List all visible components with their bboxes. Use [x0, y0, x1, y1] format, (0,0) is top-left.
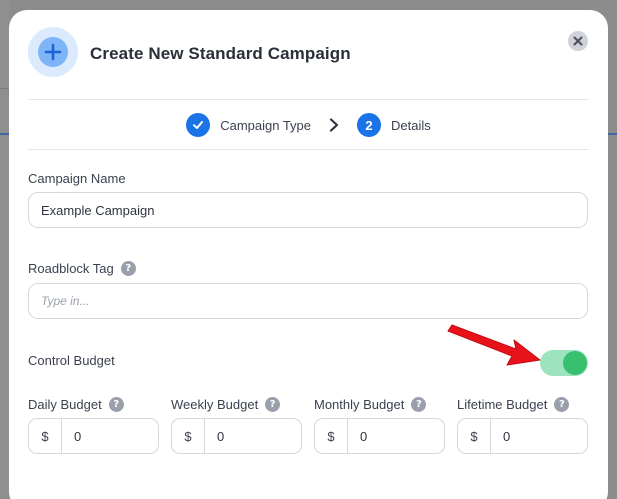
- control-budget-toggle[interactable]: [540, 350, 588, 376]
- roadblock-tag-input[interactable]: Type in...: [28, 283, 588, 319]
- background-tab-underline-right: [607, 133, 617, 135]
- toggle-knob: [563, 351, 587, 375]
- question-icon[interactable]: ?: [108, 396, 124, 412]
- question-icon[interactable]: ?: [554, 396, 570, 412]
- daily-budget-value: 0: [74, 428, 82, 444]
- daily-budget-label-text: Daily Budget: [28, 396, 102, 412]
- question-icon[interactable]: ?: [120, 261, 136, 276]
- currency-prefix: $: [315, 419, 348, 453]
- chevron-right-icon: [329, 118, 339, 132]
- weekly-budget-field: Weekly Budget ? $ 0: [171, 396, 302, 454]
- campaign-name-label: Campaign Name: [28, 171, 126, 186]
- roadblock-tag-placeholder: Type in...: [41, 294, 90, 308]
- lifetime-budget-value: 0: [503, 428, 511, 444]
- question-icon[interactable]: ?: [265, 396, 281, 412]
- currency-prefix: $: [29, 419, 62, 453]
- weekly-budget-input[interactable]: $ 0: [171, 418, 302, 454]
- monthly-budget-label-text: Monthly Budget: [314, 396, 405, 412]
- campaign-name-input[interactable]: Example Campaign: [28, 192, 588, 228]
- weekly-budget-label-text: Weekly Budget: [171, 396, 259, 412]
- roadblock-tag-label-text: Roadblock Tag: [28, 261, 114, 276]
- modal-title: Create New Standard Campaign: [90, 44, 351, 63]
- step-campaign-type[interactable]: Campaign Type: [186, 113, 311, 137]
- modal-header: Create New Standard Campaign: [28, 27, 589, 83]
- question-icon[interactable]: ?: [411, 396, 427, 412]
- monthly-budget-value: 0: [360, 428, 368, 444]
- control-budget-label: Control Budget: [28, 353, 115, 368]
- step-label: Campaign Type: [220, 117, 312, 133]
- currency-prefix: $: [172, 419, 205, 453]
- monthly-budget-input[interactable]: $ 0: [314, 418, 445, 454]
- lifetime-budget-label-text: Lifetime Budget: [457, 396, 548, 412]
- step-details[interactable]: 2 Details: [357, 113, 431, 137]
- lifetime-budget-field: Lifetime Budget ? $ 0: [457, 396, 588, 454]
- campaign-name-label-text: Campaign Name: [28, 171, 126, 186]
- lifetime-budget-label: Lifetime Budget ?: [457, 396, 588, 412]
- roadblock-tag-label: Roadblock Tag ?: [28, 261, 136, 276]
- daily-budget-field: Daily Budget ? $ 0: [28, 396, 159, 454]
- header-divider: [28, 99, 589, 100]
- close-button[interactable]: [568, 31, 588, 51]
- header-icon-badge: [28, 27, 78, 77]
- check-icon: [186, 113, 211, 137]
- daily-budget-input[interactable]: $ 0: [28, 418, 159, 454]
- lifetime-budget-input[interactable]: $ 0: [457, 418, 588, 454]
- daily-budget-label: Daily Budget ?: [28, 396, 159, 412]
- step-label: Details: [391, 117, 431, 133]
- weekly-budget-value: 0: [217, 428, 225, 444]
- stepper-divider: [28, 149, 589, 150]
- campaign-name-value: Example Campaign: [41, 202, 155, 218]
- step-number: 2: [357, 113, 382, 137]
- monthly-budget-field: Monthly Budget ? $ 0: [314, 396, 445, 454]
- plus-icon: [38, 37, 68, 67]
- stepper: Campaign Type 2 Details: [9, 113, 608, 137]
- currency-prefix: $: [458, 419, 491, 453]
- close-icon: [573, 36, 583, 46]
- monthly-budget-label: Monthly Budget ?: [314, 396, 445, 412]
- control-budget-label-text: Control Budget: [28, 353, 115, 368]
- create-campaign-modal: Create New Standard Campaign Campaign Ty…: [9, 10, 608, 499]
- weekly-budget-label: Weekly Budget ?: [171, 396, 302, 412]
